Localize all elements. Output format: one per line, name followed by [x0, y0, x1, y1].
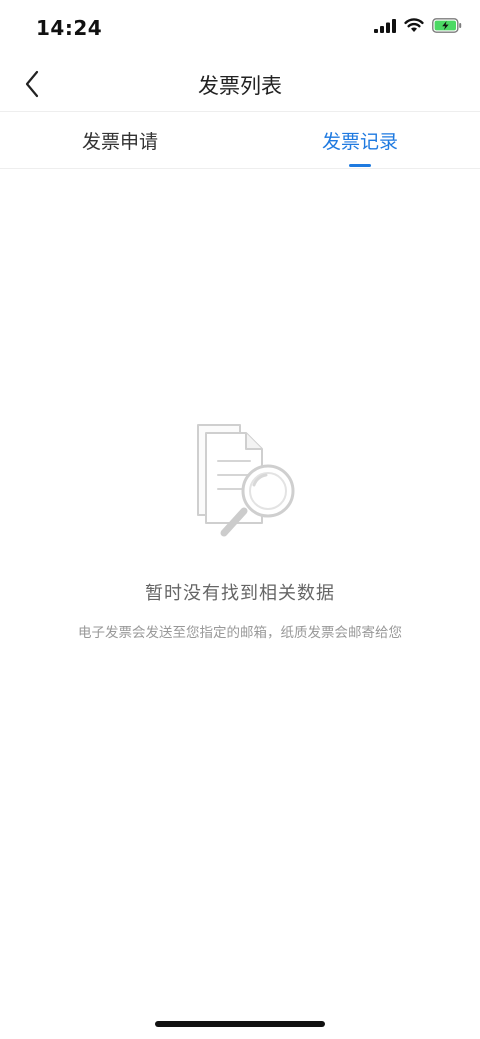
- empty-state-title: 暂时没有找到相关数据: [145, 583, 335, 604]
- home-indicator[interactable]: [155, 1021, 325, 1027]
- tab-invoice-apply[interactable]: 发票申请: [0, 112, 240, 168]
- wifi-icon: [404, 18, 424, 37]
- status-icons: [374, 18, 462, 37]
- active-tab-indicator: [349, 164, 371, 167]
- page-title: 发票列表: [198, 74, 282, 98]
- tab-label: 发票申请: [81, 130, 158, 153]
- status-bar: 14:24: [0, 0, 480, 60]
- cellular-signal-icon: [374, 18, 396, 37]
- empty-state: 暂时没有找到相关数据 电子发票会发送至您指定的邮箱，纸质发票会邮寄给您: [0, 415, 480, 641]
- tab-invoice-records[interactable]: 发票记录: [240, 112, 480, 168]
- empty-state-subtitle: 电子发票会发送至您指定的邮箱，纸质发票会邮寄给您: [78, 625, 402, 641]
- battery-charging-icon: [432, 18, 462, 37]
- tab-bar: 发票申请 发票记录: [0, 112, 480, 169]
- tab-label: 发票记录: [321, 130, 398, 153]
- status-time: 14:24: [36, 16, 103, 40]
- document-search-icon: [197, 424, 295, 537]
- nav-bar: 发票列表: [0, 56, 480, 112]
